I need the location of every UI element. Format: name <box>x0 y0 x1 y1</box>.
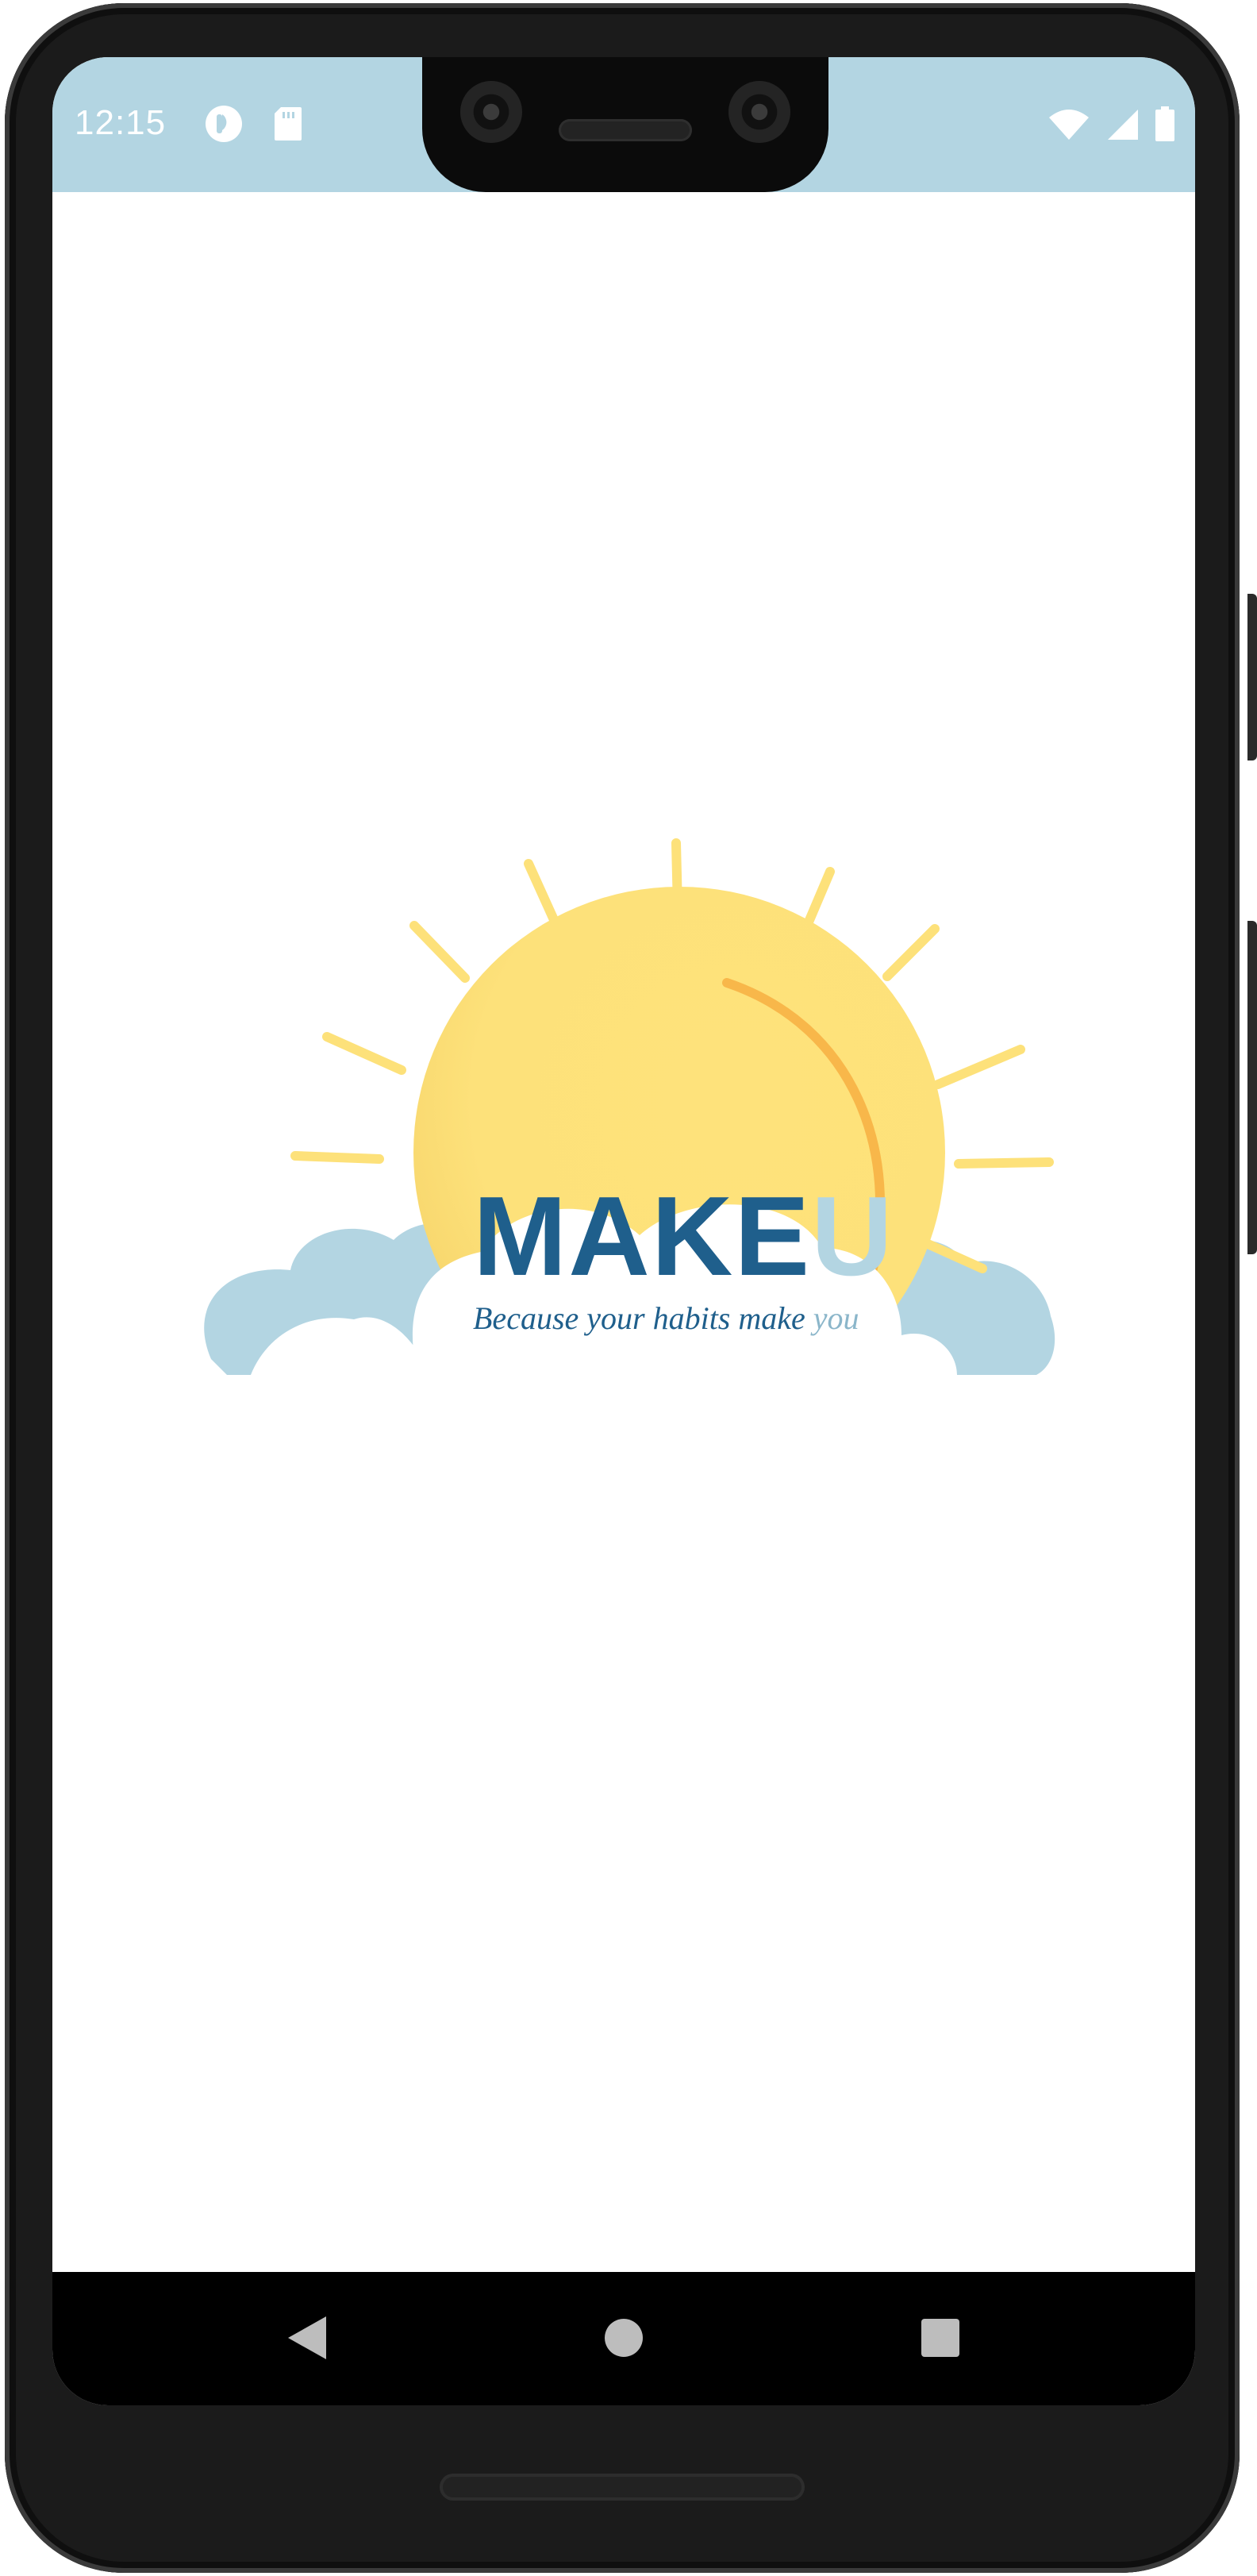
status-right-icons <box>1048 106 1176 147</box>
status-left-icons <box>203 103 303 148</box>
app-tagline: Because your habits make you <box>473 1300 917 1337</box>
battery-icon <box>1154 106 1176 147</box>
recents-button[interactable] <box>905 2304 976 2375</box>
app-name-u: U <box>811 1173 894 1300</box>
front-camera-right <box>728 81 790 143</box>
phone-device: 12:15 MAKEU Because your habits make you <box>0 0 1257 2576</box>
bottom-speaker-grill <box>440 2474 805 2501</box>
home-button[interactable] <box>588 2304 659 2375</box>
wifi-icon <box>1048 108 1090 145</box>
status-time: 12:15 <box>75 103 167 142</box>
makeu-logo: MAKEU Because your habits make you <box>140 819 1092 1375</box>
display-notch <box>422 57 828 192</box>
tagline-main: Because your habits make <box>473 1300 805 1336</box>
front-camera-left <box>460 81 522 143</box>
power-button[interactable] <box>1247 594 1257 760</box>
back-icon <box>285 2313 329 2366</box>
brand-lockup: MAKEU Because your habits make you <box>473 1180 917 1337</box>
sd-card-icon <box>273 106 303 146</box>
tagline-accent: you <box>813 1300 859 1336</box>
cellular-signal-icon <box>1105 108 1140 145</box>
recents-icon <box>920 2317 961 2362</box>
home-icon <box>603 2317 644 2362</box>
volume-button[interactable] <box>1247 921 1257 1254</box>
app-notification-icon <box>203 103 244 148</box>
back-button[interactable] <box>271 2304 343 2375</box>
navigation-bar <box>52 2272 1195 2405</box>
earpiece-speaker <box>559 119 692 141</box>
splash-screen: MAKEU Because your habits make you <box>52 192 1195 2272</box>
screen: 12:15 MAKEU Because your habits make you <box>52 57 1195 2405</box>
app-name: MAKEU <box>473 1180 917 1293</box>
app-name-make: MAKE <box>473 1173 812 1300</box>
